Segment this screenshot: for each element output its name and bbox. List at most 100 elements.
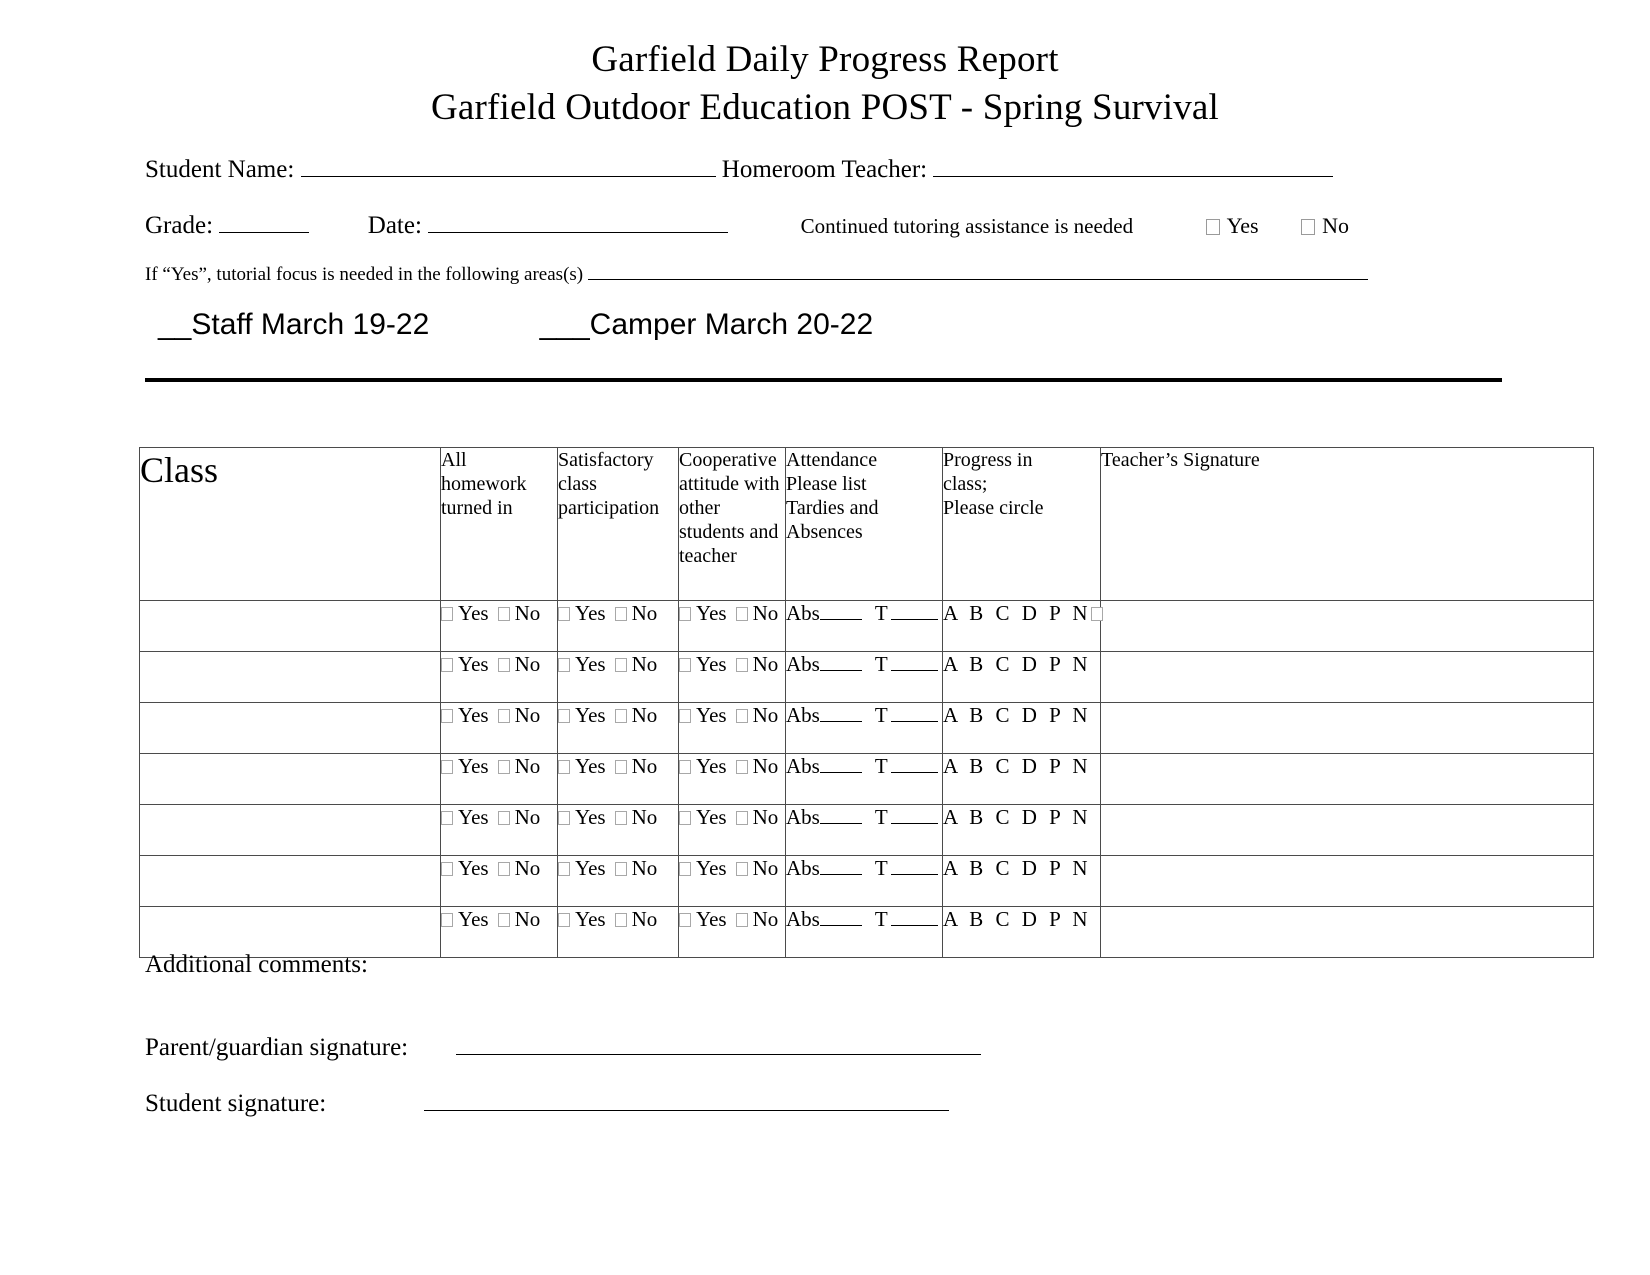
progress-grade-options[interactable]: A B C D P N xyxy=(943,805,1091,829)
tutoring-no-checkbox[interactable] xyxy=(1301,219,1316,235)
checkbox-no[interactable] xyxy=(497,607,510,621)
absences-input[interactable] xyxy=(819,655,862,671)
tutorial-focus-input-continued[interactable] xyxy=(1192,262,1368,280)
checkbox-no[interactable] xyxy=(735,658,748,672)
absences-input[interactable] xyxy=(819,757,862,773)
checkbox-yes[interactable] xyxy=(558,658,570,672)
tardies-input[interactable] xyxy=(890,808,938,824)
checkbox-yes[interactable] xyxy=(441,709,453,723)
absences-input[interactable] xyxy=(819,910,862,926)
tutorial-focus-input[interactable] xyxy=(587,262,1193,280)
homeroom-teacher-input[interactable] xyxy=(933,154,1334,177)
checkbox-no[interactable] xyxy=(735,709,748,723)
yes-no-group: Yes No xyxy=(558,907,657,931)
row-class-input[interactable] xyxy=(139,651,441,703)
progress-grade-options[interactable]: A B C D P N xyxy=(943,907,1091,931)
checkbox-no[interactable] xyxy=(497,913,510,927)
checkbox-no[interactable] xyxy=(735,811,748,825)
checkbox-yes[interactable] xyxy=(679,607,691,621)
progress-grade-options[interactable]: A B C D P N xyxy=(943,703,1091,727)
checkbox-yes[interactable] xyxy=(558,811,570,825)
checkbox-yes[interactable] xyxy=(558,913,570,927)
date-input[interactable] xyxy=(428,210,729,233)
checkbox-no[interactable] xyxy=(497,811,510,825)
tardies-input[interactable] xyxy=(890,859,938,875)
checkbox-yes[interactable] xyxy=(558,709,570,723)
checkbox-no[interactable] xyxy=(614,607,627,621)
checkbox-yes[interactable] xyxy=(679,913,691,927)
checkbox-yes[interactable] xyxy=(441,658,453,672)
row-teacher-signature-input[interactable] xyxy=(1100,753,1594,805)
tardies-input[interactable] xyxy=(890,655,938,671)
row-teacher-signature-input[interactable] xyxy=(1100,702,1594,754)
checkbox-yes[interactable] xyxy=(441,862,453,876)
student-name-input[interactable] xyxy=(300,154,716,177)
absences-input[interactable] xyxy=(819,706,862,722)
progress-extra-checkbox[interactable] xyxy=(1091,607,1104,621)
session-staff-option[interactable]: __Staff March 19-22 xyxy=(158,308,429,341)
checkbox-no[interactable] xyxy=(614,709,627,723)
checkbox-no[interactable] xyxy=(614,862,627,876)
absences-input[interactable] xyxy=(819,859,862,875)
checkbox-no[interactable] xyxy=(735,862,748,876)
checkbox-no[interactable] xyxy=(614,913,627,927)
checkbox-yes[interactable] xyxy=(441,607,453,621)
row-progress-cell[interactable]: A B C D P N xyxy=(942,600,1104,652)
row-teacher-signature-input[interactable] xyxy=(1100,600,1594,652)
tardies-input[interactable] xyxy=(890,604,938,620)
checkbox-yes[interactable] xyxy=(558,862,570,876)
row-class-input[interactable] xyxy=(139,804,441,856)
row-progress-cell[interactable]: A B C D P N xyxy=(942,855,1101,907)
row-teacher-signature-input[interactable] xyxy=(1100,906,1594,958)
absences-input[interactable] xyxy=(819,604,862,620)
checkbox-yes-label: Yes xyxy=(575,856,606,880)
row-teacher-signature-input[interactable] xyxy=(1100,804,1594,856)
checkbox-no[interactable] xyxy=(735,913,748,927)
tutoring-yes-checkbox[interactable] xyxy=(1205,219,1220,235)
checkbox-no[interactable] xyxy=(735,607,748,621)
checkbox-yes[interactable] xyxy=(679,658,691,672)
checkbox-yes[interactable] xyxy=(679,760,691,774)
checkbox-no[interactable] xyxy=(497,658,510,672)
row-progress-cell[interactable]: A B C D P N xyxy=(942,702,1101,754)
row-teacher-signature-input[interactable] xyxy=(1100,855,1594,907)
tardies-input[interactable] xyxy=(890,757,938,773)
row-class-input[interactable] xyxy=(139,600,441,652)
absences-input[interactable] xyxy=(819,808,862,824)
checkbox-yes[interactable] xyxy=(679,709,691,723)
checkbox-yes[interactable] xyxy=(558,607,570,621)
row-class-input[interactable] xyxy=(139,702,441,754)
progress-grade-options[interactable]: A B C D P N xyxy=(943,754,1091,778)
checkbox-yes[interactable] xyxy=(558,760,570,774)
checkbox-yes[interactable] xyxy=(679,862,691,876)
checkbox-yes[interactable] xyxy=(441,760,453,774)
row-progress-cell[interactable]: A B C D P N xyxy=(942,651,1101,703)
row-teacher-signature-input[interactable] xyxy=(1100,651,1594,703)
tardies-input[interactable] xyxy=(890,706,938,722)
checkbox-no[interactable] xyxy=(497,709,510,723)
progress-grade-options[interactable]: A B C D P N xyxy=(943,601,1091,625)
checkbox-yes-label: Yes xyxy=(458,652,489,676)
tardies-input[interactable] xyxy=(890,910,938,926)
session-camper-option[interactable]: ___Camper March 20-22 xyxy=(540,305,874,345)
row-progress-cell[interactable]: A B C D P N xyxy=(942,753,1101,805)
checkbox-no[interactable] xyxy=(497,760,510,774)
checkbox-yes[interactable] xyxy=(441,811,453,825)
row-progress-cell[interactable]: A B C D P N xyxy=(942,906,1101,958)
checkbox-no[interactable] xyxy=(614,658,627,672)
student-signature-input[interactable] xyxy=(424,1088,950,1111)
checkbox-no[interactable] xyxy=(497,862,510,876)
checkbox-no[interactable] xyxy=(735,760,748,774)
parent-signature-input[interactable] xyxy=(456,1032,982,1055)
row-class-input[interactable] xyxy=(139,855,441,907)
checkbox-no[interactable] xyxy=(614,760,627,774)
row-class-input[interactable] xyxy=(139,753,441,805)
tardies-label: T xyxy=(874,703,888,727)
checkbox-no[interactable] xyxy=(614,811,627,825)
progress-grade-options[interactable]: A B C D P N xyxy=(943,856,1091,880)
row-progress-cell[interactable]: A B C D P N xyxy=(942,804,1101,856)
checkbox-yes[interactable] xyxy=(679,811,691,825)
grade-input[interactable] xyxy=(219,210,310,233)
checkbox-yes[interactable] xyxy=(441,913,453,927)
progress-grade-options[interactable]: A B C D P N xyxy=(943,652,1091,676)
